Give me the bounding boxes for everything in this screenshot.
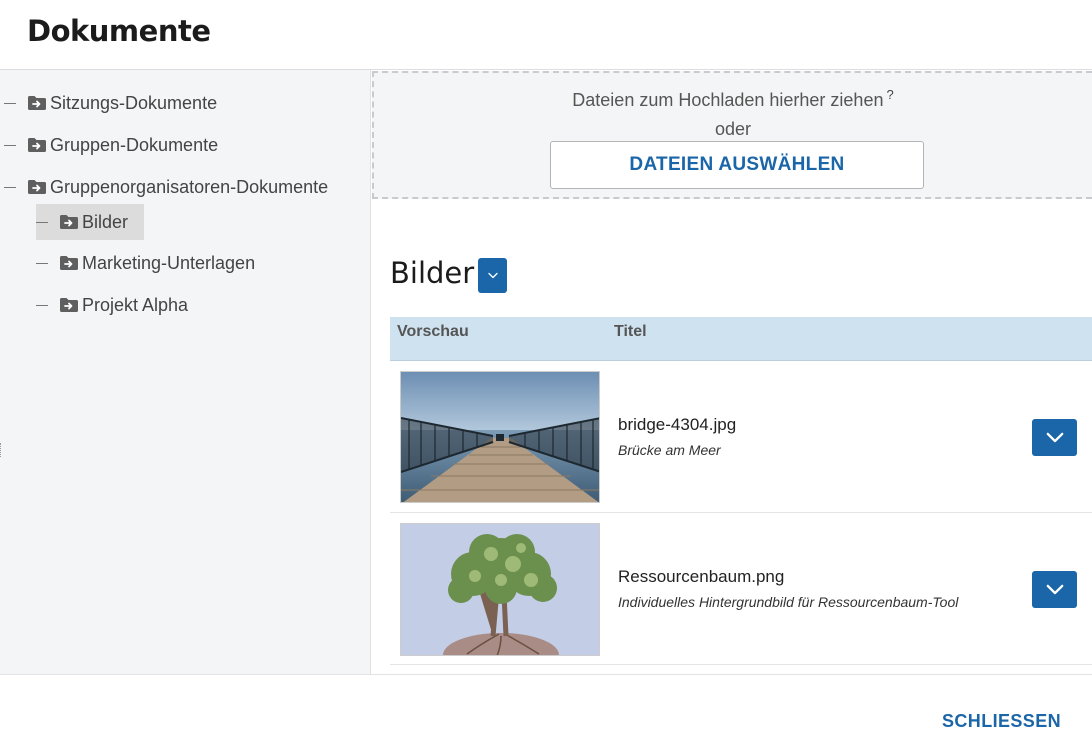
file-name: bridge-4304.jpg [618, 415, 737, 434]
chevron-down-icon [1046, 584, 1064, 595]
table-row[interactable]: bridge-4304.jpg Brücke am Meer [390, 361, 1092, 513]
dropzone-text: Dateien zum Hochladen hierher ziehen [572, 90, 884, 110]
chevron-down-icon [1046, 432, 1064, 443]
dropzone-instructions: Dateien zum Hochladen hierher ziehen? [374, 87, 1092, 111]
tree-item-label: Sitzungs-Dokumente [50, 92, 218, 113]
tree-connector [36, 262, 48, 264]
column-header-preview: Vorschau [397, 323, 469, 340]
tree-item-label: Gruppenorganisatoren-Dokumente [50, 176, 329, 197]
folder-arrow-icon [28, 96, 46, 110]
select-files-button[interactable]: DATEIEN AUSWÄHLEN [550, 141, 924, 189]
tree-item-label: Gruppen-Dokumente [50, 134, 219, 155]
folder-arrow-icon [28, 180, 46, 194]
tree-connector [36, 304, 48, 306]
tree-item-marketing-unterlagen[interactable]: Marketing-Unterlagen [36, 245, 255, 281]
folder-title: Bilder [390, 256, 475, 290]
dialog-header: Dokumente [0, 0, 1092, 70]
folder-arrow-icon [28, 138, 46, 152]
row-actions-dropdown[interactable] [1032, 419, 1077, 456]
folder-arrow-icon [60, 215, 78, 229]
file-description: Brücke am Meer [618, 442, 721, 458]
folder-actions-dropdown[interactable] [478, 258, 507, 293]
tree-connector [36, 221, 48, 223]
help-icon[interactable]: ? [886, 87, 893, 102]
dialog-title: Dokumente [27, 14, 211, 48]
folder-arrow-icon [60, 298, 78, 312]
tree-item-label: Projekt Alpha [82, 294, 189, 315]
tree-connector [4, 144, 16, 146]
tree-item-sitzungs-dokumente[interactable]: Sitzungs-Dokumente [4, 85, 217, 121]
upload-dropzone[interactable]: Dateien zum Hochladen hierher ziehen? od… [372, 71, 1092, 199]
file-description: Individuelles Hintergrundbild für Ressou… [618, 594, 959, 610]
dropzone-or-text: oder [714, 119, 752, 139]
tree-item-label: Marketing-Unterlagen [82, 252, 256, 273]
bridge-preview-image[interactable] [400, 371, 600, 503]
tree-item-label: Bilder [82, 211, 129, 232]
tree-connector [4, 102, 16, 104]
tree-item-gruppen-dokumente[interactable]: Gruppen-Dokumente [4, 127, 218, 163]
close-button[interactable]: SCHLIESSEN [942, 711, 1061, 732]
table-row[interactable]: Ressourcenbaum.png Individuelles Hinterg… [390, 513, 1092, 665]
chevron-down-icon [488, 272, 498, 279]
tree-item-gruppenorganisatoren-dokumente[interactable]: Gruppenorganisatoren-Dokumente [4, 169, 328, 205]
tree-item-bilder[interactable]: Bilder [36, 204, 144, 240]
tree-item-projekt-alpha[interactable]: Projekt Alpha [36, 287, 188, 323]
folder-tree-sidebar: Sitzungs-Dokumente Gruppen-Dokumente Gru… [0, 70, 371, 674]
documents-table-header: Vorschau Titel [390, 317, 1092, 361]
row-actions-dropdown[interactable] [1032, 571, 1077, 608]
column-header-title: Titel [614, 323, 647, 340]
footer-divider [0, 674, 1092, 675]
resource-tree-preview-image[interactable] [400, 523, 600, 656]
file-name: Ressourcenbaum.png [618, 567, 785, 586]
folder-arrow-icon [60, 256, 78, 270]
sidebar-resize-handle[interactable] [0, 443, 4, 457]
tree-connector [4, 186, 16, 188]
